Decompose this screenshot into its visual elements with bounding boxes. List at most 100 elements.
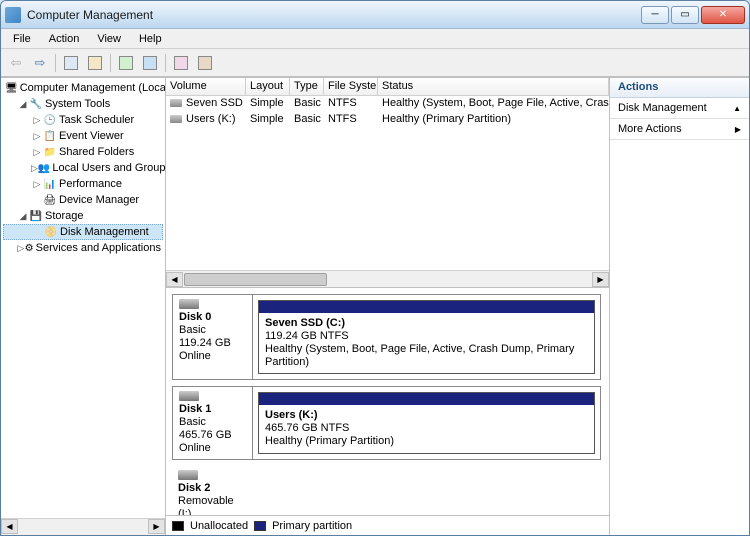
expand-icon[interactable]: ▷ <box>31 115 43 126</box>
tree-performance[interactable]: ▷📊Performance <box>3 176 163 192</box>
storage-icon: 💾 <box>29 209 43 223</box>
scroll-left-button[interactable]: ◀ <box>166 272 183 287</box>
volume-icon <box>170 115 182 123</box>
close-button[interactable]: ✕ <box>701 6 745 24</box>
expand-icon[interactable]: ▷ <box>17 243 25 254</box>
menu-help[interactable]: Help <box>131 31 170 47</box>
actions-more[interactable]: More Actions ▶ <box>610 119 749 140</box>
submenu-icon: ▶ <box>735 125 741 134</box>
device-icon: 🖨 <box>43 193 57 207</box>
services-icon: ⚙ <box>25 241 34 255</box>
window: Computer Management ─ ▭ ✕ File Action Vi… <box>0 0 750 536</box>
disk-info: Disk 1 Basic 465.76 GB Online <box>173 387 253 459</box>
toolbar-separator <box>165 54 166 72</box>
partition[interactable]: Users (K:) 465.76 GB NTFS Healthy (Prima… <box>258 392 595 454</box>
expand-icon[interactable]: ▷ <box>31 131 43 142</box>
collapse-icon: ▲ <box>733 104 741 113</box>
disk-row[interactable]: Disk 1 Basic 465.76 GB Online Users (K:)… <box>172 386 601 460</box>
scroll-right-button[interactable]: ▶ <box>592 272 609 287</box>
tree-root[interactable]: 🖥Computer Management (Local <box>3 80 163 96</box>
disk-icon <box>178 470 198 480</box>
tree-shared-folders[interactable]: ▷📁Shared Folders <box>3 144 163 160</box>
forward-button[interactable]: ⇨ <box>29 52 51 74</box>
disk-map: Disk 0 Basic 119.24 GB Online Seven SSD … <box>166 288 609 515</box>
computer-icon: 🖥 <box>5 81 18 95</box>
toolbar-button-3[interactable] <box>170 52 192 74</box>
disk-row[interactable]: Disk 0 Basic 119.24 GB Online Seven SSD … <box>172 294 601 380</box>
nav-tree: 🖥Computer Management (Local ◢🔧System Too… <box>1 78 166 535</box>
maximize-button[interactable]: ▭ <box>671 6 699 24</box>
content-area: 🖥Computer Management (Local ◢🔧System Too… <box>1 77 749 535</box>
toolbar-separator <box>55 54 56 72</box>
col-filesystem[interactable]: File System <box>324 78 378 95</box>
disk-icon <box>179 299 199 309</box>
tree-services[interactable]: ▷⚙Services and Applications <box>3 240 163 256</box>
disk-icon: 📀 <box>44 225 58 239</box>
actions-panel: Actions Disk Management ▲ More Actions ▶ <box>609 78 749 535</box>
volume-list: Volume Layout Type File System Status Se… <box>166 78 609 288</box>
app-icon <box>5 7 21 23</box>
expand-icon[interactable]: ▷ <box>31 163 38 174</box>
toolbar-separator <box>110 54 111 72</box>
menubar: File Action View Help <box>1 29 749 49</box>
column-headers: Volume Layout Type File System Status <box>166 78 609 96</box>
titlebar: Computer Management ─ ▭ ✕ <box>1 1 749 29</box>
toolbar-button-2[interactable] <box>84 52 106 74</box>
event-icon: 📋 <box>43 129 57 143</box>
help-button[interactable] <box>139 52 161 74</box>
disk-row[interactable]: Disk 2 Removable (I:) No Media <box>172 466 601 515</box>
expand-icon[interactable]: ▷ <box>31 147 43 158</box>
volume-row[interactable]: Users (K:) Simple Basic NTFS Healthy (Pr… <box>166 112 609 128</box>
legend-label-primary: Primary partition <box>272 520 352 532</box>
col-status[interactable]: Status <box>378 78 609 95</box>
menu-view[interactable]: View <box>89 31 129 47</box>
actions-section-header[interactable]: Disk Management ▲ <box>610 98 749 119</box>
users-icon: 👥 <box>38 161 50 175</box>
minimize-button[interactable]: ─ <box>641 6 669 24</box>
toolbar: ⇦ ⇨ <box>1 49 749 77</box>
menu-action[interactable]: Action <box>41 31 88 47</box>
col-layout[interactable]: Layout <box>246 78 290 95</box>
toolbar-button-1[interactable] <box>60 52 82 74</box>
tree-storage[interactable]: ◢💾Storage <box>3 208 163 224</box>
perf-icon: 📊 <box>43 177 57 191</box>
window-title: Computer Management <box>27 8 641 22</box>
col-volume[interactable]: Volume <box>166 78 246 95</box>
main-panel: Volume Layout Type File System Status Se… <box>166 78 609 535</box>
disk-icon <box>179 391 199 401</box>
expand-icon[interactable]: ▷ <box>31 179 43 190</box>
tree-scrollbar[interactable]: ◀ ▶ <box>1 518 165 535</box>
volume-icon <box>170 99 182 107</box>
volume-rows: Seven SSD (C:) Simple Basic NTFS Healthy… <box>166 96 609 270</box>
wrench-icon: 🔧 <box>29 97 43 111</box>
legend-label-unallocated: Unallocated <box>190 520 248 532</box>
partition-header <box>259 301 594 313</box>
disk-info: Disk 0 Basic 119.24 GB Online <box>173 295 253 379</box>
back-button[interactable]: ⇦ <box>5 52 27 74</box>
volume-scrollbar[interactable]: ◀ ▶ <box>166 270 609 287</box>
tree-device-manager[interactable]: 🖨Device Manager <box>3 192 163 208</box>
partition-area: Users (K:) 465.76 GB NTFS Healthy (Prima… <box>253 387 600 459</box>
legend-swatch-unallocated <box>172 521 184 531</box>
tree-local-users[interactable]: ▷👥Local Users and Groups <box>3 160 163 176</box>
partition-header <box>259 393 594 405</box>
legend: Unallocated Primary partition <box>166 515 609 535</box>
tree-event-viewer[interactable]: ▷📋Event Viewer <box>3 128 163 144</box>
collapse-icon[interactable]: ◢ <box>17 99 29 110</box>
actions-title: Actions <box>610 78 749 98</box>
menu-file[interactable]: File <box>5 31 39 47</box>
volume-row[interactable]: Seven SSD (C:) Simple Basic NTFS Healthy… <box>166 96 609 112</box>
legend-swatch-primary <box>254 521 266 531</box>
col-type[interactable]: Type <box>290 78 324 95</box>
tree-task-scheduler[interactable]: ▷🕒Task Scheduler <box>3 112 163 128</box>
toolbar-button-4[interactable] <box>194 52 216 74</box>
disk-info: Disk 2 Removable (I:) No Media <box>172 466 252 515</box>
tree-disk-management[interactable]: 📀Disk Management <box>3 224 163 240</box>
partition[interactable]: Seven SSD (C:) 119.24 GB NTFS Healthy (S… <box>258 300 595 374</box>
clock-icon: 🕒 <box>43 113 57 127</box>
partition-area: Seven SSD (C:) 119.24 GB NTFS Healthy (S… <box>253 295 600 379</box>
folder-icon: 📁 <box>43 145 57 159</box>
tree-system-tools[interactable]: ◢🔧System Tools <box>3 96 163 112</box>
collapse-icon[interactable]: ◢ <box>17 211 29 222</box>
refresh-button[interactable] <box>115 52 137 74</box>
